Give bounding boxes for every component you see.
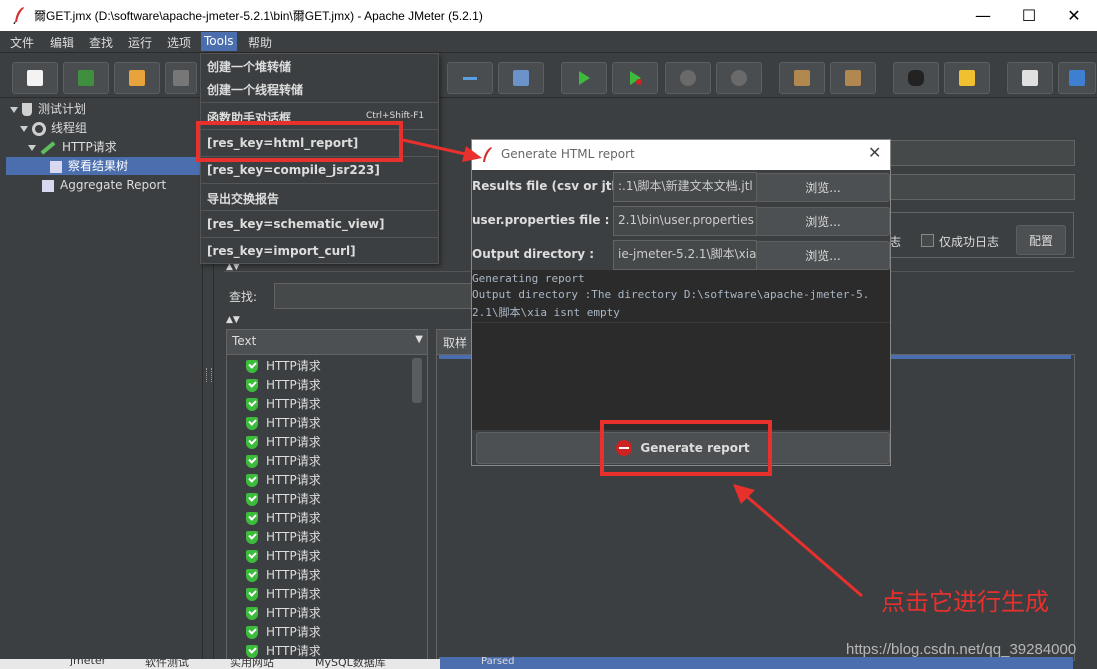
annotation-arrows xyxy=(402,138,863,598)
watermark: https://blog.csdn.net/qq_39284000 xyxy=(846,641,1077,658)
annotation-text: 点击它进行生成 xyxy=(881,588,1049,616)
arrow-to-dialog-icon xyxy=(402,138,482,162)
arrow-to-button-icon xyxy=(733,484,863,598)
